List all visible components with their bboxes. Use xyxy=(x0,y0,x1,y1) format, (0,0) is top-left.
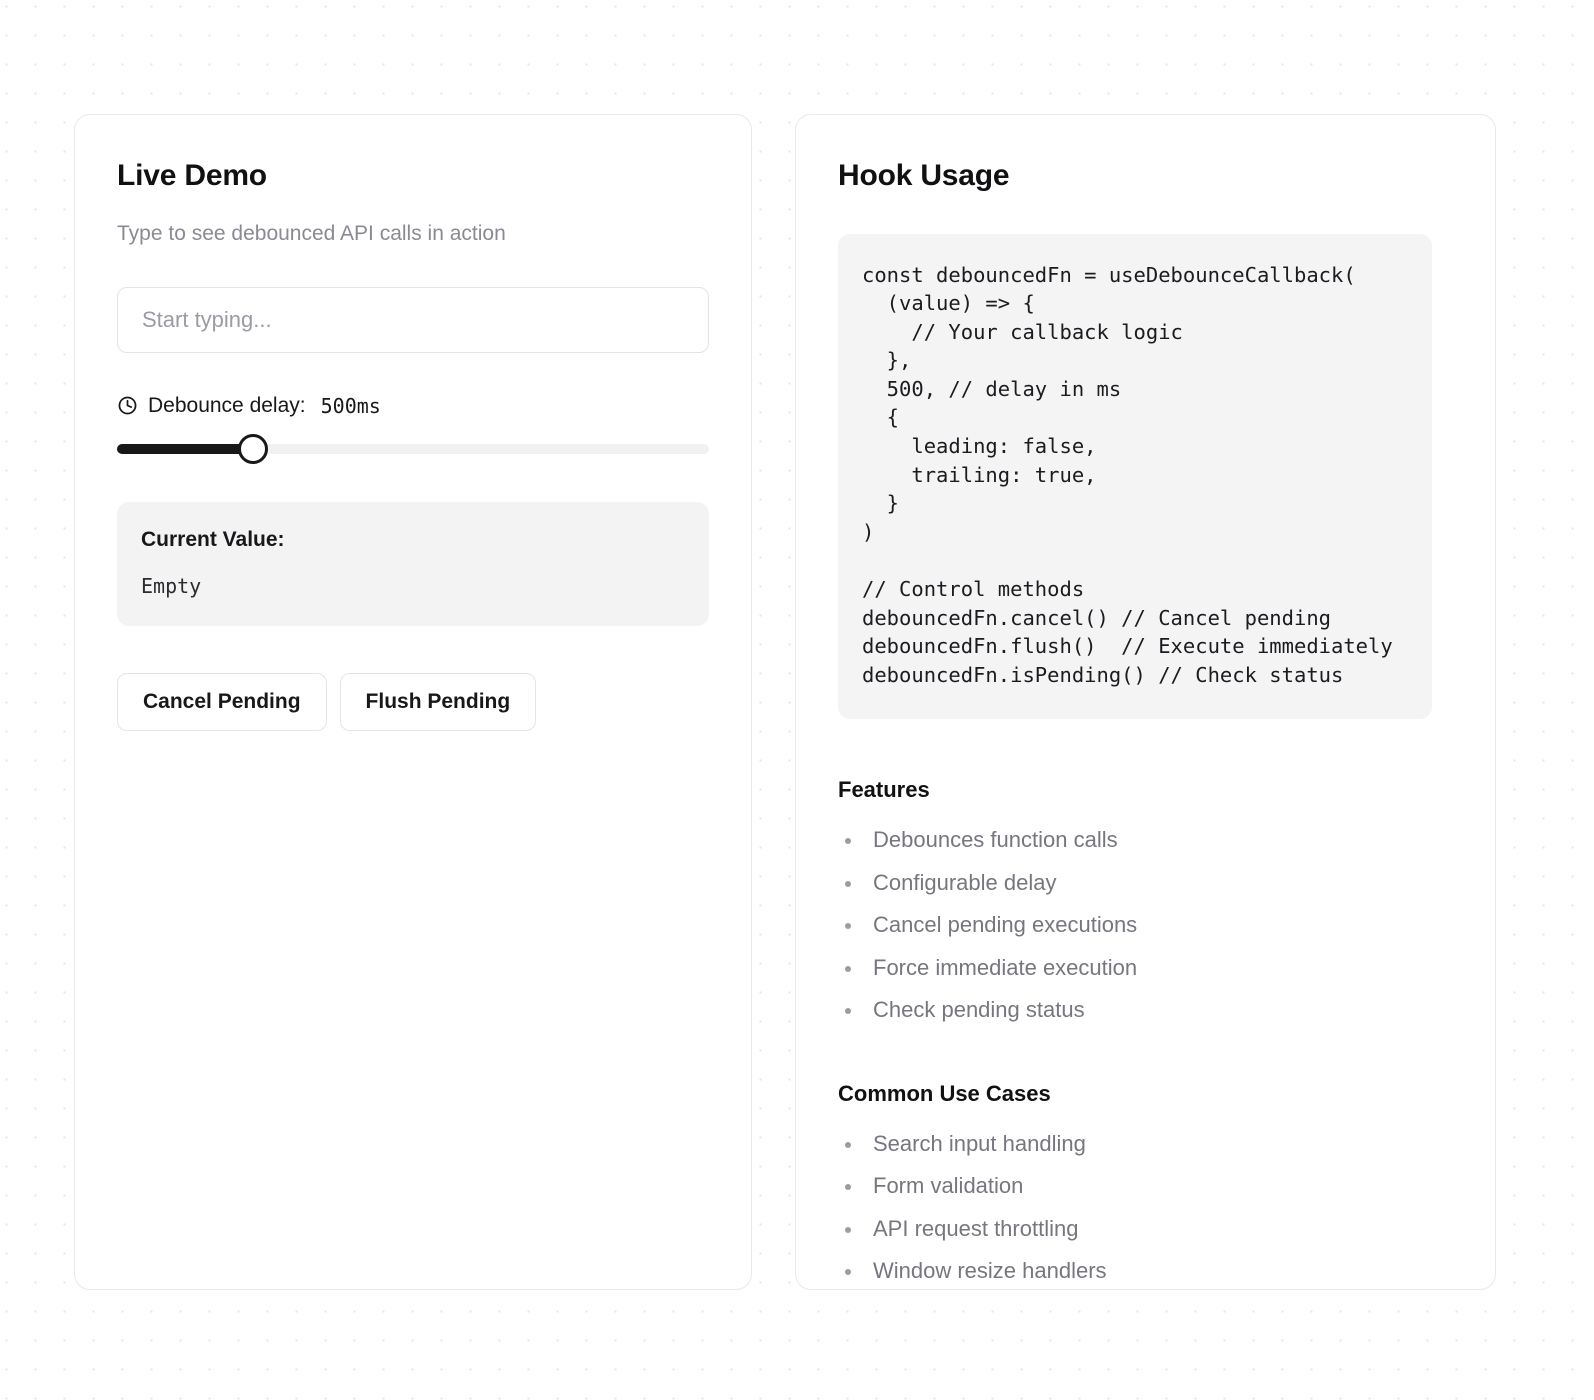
live-demo-title: Live Demo xyxy=(117,159,267,192)
debounce-delay-value: 500ms xyxy=(320,393,381,418)
current-value-box: Current Value: Empty xyxy=(117,501,709,626)
debounce-delay-control: Debounce delay: 500ms xyxy=(117,393,709,464)
list-item: Check pending status xyxy=(838,989,1453,1032)
list-item: Search input handling xyxy=(838,1123,1453,1166)
list-item: Configurable delay xyxy=(838,862,1453,905)
clock-icon xyxy=(118,396,137,415)
live-demo-panel-body: Live Demo Type to see debounced API call… xyxy=(75,115,751,775)
list-item: Debounces function calls xyxy=(838,819,1453,862)
cancel-pending-button[interactable]: Cancel Pending xyxy=(117,672,327,731)
hook-usage-code: const debouncedFn = useDebounceCallback(… xyxy=(862,262,1393,687)
use-cases-heading: Common Use Cases xyxy=(838,1080,1051,1106)
live-demo-subtitle: Type to see debounced API calls in actio… xyxy=(117,221,506,245)
features-heading: Features xyxy=(838,777,930,803)
page-root: Live Demo Type to see debounced API call… xyxy=(0,0,1594,1400)
debounce-delay-label: Debounce delay: xyxy=(148,394,306,418)
slider-thumb[interactable] xyxy=(238,433,269,464)
hook-usage-code-block: const debouncedFn = useDebounceCallback(… xyxy=(838,233,1432,720)
slider-fill xyxy=(117,443,254,454)
debounce-delay-slider[interactable] xyxy=(117,433,709,464)
current-value-text: Empty xyxy=(141,573,202,598)
features-list: Debounces function calls Configurable de… xyxy=(838,819,1453,1032)
list-item: Window resize handlers xyxy=(838,1250,1453,1293)
live-demo-panel: Live Demo Type to see debounced API call… xyxy=(74,114,752,1290)
debounce-text-input[interactable] xyxy=(117,286,709,353)
list-item: Form validation xyxy=(838,1165,1453,1208)
hook-usage-panel-body: Hook Usage const debouncedFn = useDeboun… xyxy=(796,115,1495,1337)
current-value-label: Current Value: xyxy=(141,527,285,551)
list-item: Force immediate execution xyxy=(838,947,1453,990)
list-item: API request throttling xyxy=(838,1208,1453,1251)
action-button-row: Cancel Pending Flush Pending xyxy=(117,672,709,731)
use-cases-list: Search input handling Form validation AP… xyxy=(838,1123,1453,1293)
list-item: Cancel pending executions xyxy=(838,904,1453,947)
flush-pending-button[interactable]: Flush Pending xyxy=(339,672,537,731)
debounce-delay-label-row: Debounce delay: 500ms xyxy=(117,393,709,419)
hook-usage-panel: Hook Usage const debouncedFn = useDeboun… xyxy=(795,114,1496,1290)
hook-usage-title: Hook Usage xyxy=(838,159,1010,192)
